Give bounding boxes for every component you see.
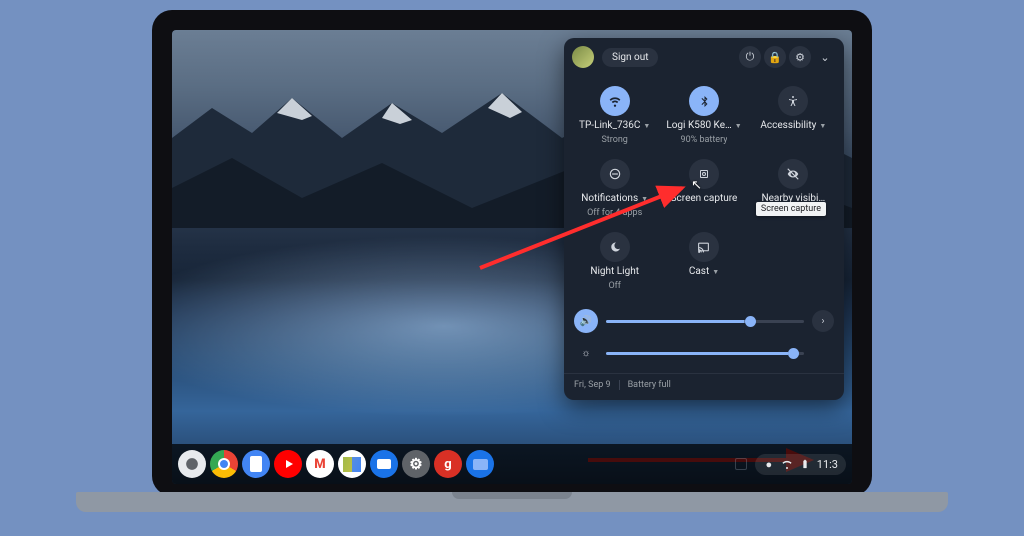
night-light-sub: Off (608, 281, 620, 291)
battery-status-icon (799, 458, 811, 470)
laptop-base (76, 492, 948, 512)
avatar[interactable] (572, 46, 594, 68)
collapse-icon[interactable]: ⌄ (814, 46, 836, 68)
night-light-icon (600, 232, 630, 262)
chevron-down-icon: ▼ (819, 122, 826, 130)
wifi-title: TP-Link_736C (579, 120, 640, 131)
volume-slider[interactable] (606, 320, 804, 323)
power-icon[interactable]: ⏻ (739, 46, 761, 68)
app-chrome[interactable] (210, 450, 238, 478)
app-g[interactable]: g (434, 450, 462, 478)
quick-settings-panel: Sign out ⏻ 🔒 ⚙ ⌄ TP-Link_736C▼ Strong Lo… (564, 38, 844, 400)
wifi-sub: Strong (601, 135, 627, 145)
bluetooth-title: Logi K580 Ke… (666, 120, 731, 131)
accessibility-icon (778, 86, 808, 116)
screen-capture-title: Screen capture (671, 193, 738, 204)
volume-icon[interactable]: 🔊 (574, 309, 598, 333)
cast-tile[interactable]: Cast▼ (659, 226, 748, 299)
notifications-tile[interactable]: Notifications▼ Off for 4 apps (570, 153, 659, 226)
notifications-sub: Off for 4 apps (587, 208, 642, 218)
launcher-button[interactable] (178, 450, 206, 478)
wifi-status-icon (781, 458, 793, 470)
visibility-off-icon (778, 159, 808, 189)
status-tray[interactable]: ● 11:3 (755, 454, 846, 475)
chevron-down-icon: ▼ (735, 122, 742, 130)
app-gmail[interactable] (306, 450, 334, 478)
tooltip: Screen capture (756, 202, 826, 216)
dnd-icon (600, 159, 630, 189)
desktop-screen: Sign out ⏻ 🔒 ⚙ ⌄ TP-Link_736C▼ Strong Lo… (172, 30, 852, 484)
accessibility-title: Accessibility (760, 120, 816, 131)
shelf: g ● 11:3 (172, 444, 852, 484)
app-files[interactable] (466, 450, 494, 478)
chevron-down-icon: ▼ (643, 122, 650, 130)
settings-icon[interactable]: ⚙ (789, 46, 811, 68)
audio-settings-chevron-icon[interactable]: › (812, 310, 834, 332)
app-messages[interactable] (370, 450, 398, 478)
screen-capture-tile[interactable]: Screen capture (659, 153, 748, 226)
footer-battery: Battery full (628, 380, 671, 390)
chevron-down-icon: ▼ (641, 195, 648, 203)
cast-icon (689, 232, 719, 262)
footer-date: Fri, Sep 9 (574, 380, 611, 390)
accessibility-tile[interactable]: Accessibility▼ (749, 80, 838, 153)
wifi-icon (600, 86, 630, 116)
bluetooth-sub: 90% battery (681, 135, 728, 145)
sign-out-button[interactable]: Sign out (602, 48, 658, 67)
bluetooth-icon (689, 86, 719, 116)
notifications-badge-icon: ● (763, 458, 775, 470)
notifications-title: Notifications (581, 193, 638, 204)
chevron-down-icon: ▼ (712, 268, 719, 276)
lock-icon[interactable]: 🔒 (764, 46, 786, 68)
app-docs[interactable] (242, 450, 270, 478)
screen-capture-icon (689, 159, 719, 189)
app-drive[interactable] (338, 450, 366, 478)
cast-title: Cast (689, 266, 709, 277)
brightness-slider[interactable] (606, 352, 804, 355)
night-light-title: Night Light (590, 266, 639, 277)
app-settings[interactable] (402, 450, 430, 478)
night-light-tile[interactable]: Night Light Off (570, 226, 659, 299)
wifi-tile[interactable]: TP-Link_736C▼ Strong (570, 80, 659, 153)
bluetooth-tile[interactable]: Logi K580 Ke… ▼ 90% battery (659, 80, 748, 153)
brightness-icon[interactable]: ☼ (574, 341, 598, 365)
clock: 11:3 (817, 458, 838, 471)
holding-space[interactable] (735, 458, 747, 470)
app-youtube[interactable] (274, 450, 302, 478)
